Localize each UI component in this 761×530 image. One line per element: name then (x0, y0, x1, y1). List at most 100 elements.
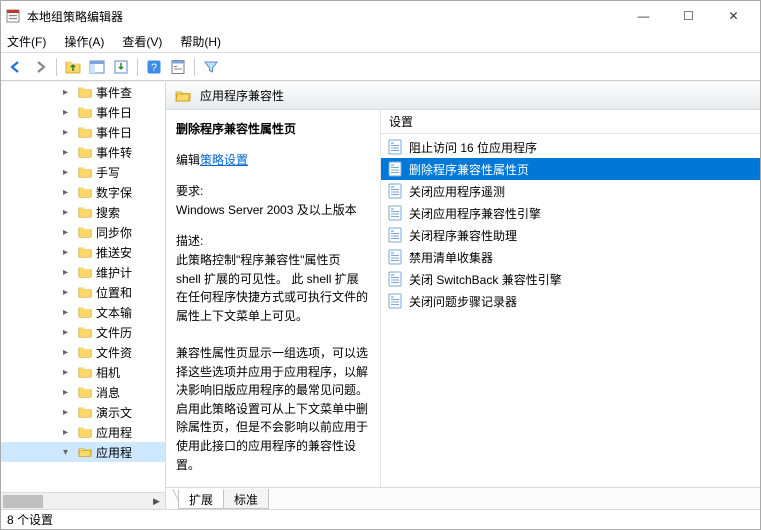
settings-row[interactable]: 关闭程序兼容性助理 (381, 224, 760, 246)
settings-row[interactable]: 关闭问题步骤记录器 (381, 290, 760, 312)
forward-button[interactable] (29, 56, 51, 78)
settings-row[interactable]: 阻止访问 16 位应用程序 (381, 136, 760, 158)
tree-item[interactable]: ▸手写 (1, 162, 165, 182)
tree-item[interactable]: ▸事件查 (1, 82, 165, 102)
tree-item-label: 同步你 (96, 224, 132, 241)
setting-icon (387, 139, 403, 155)
tree-item[interactable]: ▸文件历 (1, 322, 165, 342)
tree-item[interactable]: ▸消息 (1, 382, 165, 402)
tree-scrollbar[interactable]: ◀ ▶ (1, 492, 165, 509)
folder-icon (77, 405, 93, 419)
chevron-icon: ▸ (63, 347, 77, 358)
menu-action[interactable]: 操作(A) (62, 31, 106, 52)
settings-row[interactable]: 关闭应用程序遥测 (381, 180, 760, 202)
tree-item[interactable]: ▸事件日 (1, 102, 165, 122)
tree-item[interactable]: ▸文件资 (1, 342, 165, 362)
folder-icon (77, 445, 93, 459)
tree-item[interactable]: ▸文本输 (1, 302, 165, 322)
tree-item-label: 事件查 (96, 84, 132, 101)
minimize-button[interactable]: — (621, 2, 666, 30)
chevron-icon: ▸ (63, 387, 77, 398)
menubar: 文件(F) 操作(A) 查看(V) 帮助(H) (1, 31, 760, 53)
app-icon (5, 8, 21, 24)
close-button[interactable]: ✕ (711, 2, 756, 30)
tree-item[interactable]: ▸事件转 (1, 142, 165, 162)
settings-row-label: 阻止访问 16 位应用程序 (409, 139, 537, 156)
policy-settings-link[interactable]: 策略设置 (200, 153, 248, 167)
titlebar: 本地组策略编辑器 — ☐ ✕ (1, 1, 760, 31)
tree-item[interactable]: ▸推送安 (1, 242, 165, 262)
settings-row[interactable]: 关闭 SwitchBack 兼容性引擎 (381, 268, 760, 290)
settings-row[interactable]: 删除程序兼容性属性页 (381, 158, 760, 180)
folder-icon (77, 265, 93, 279)
tab-standard[interactable]: 标准 (223, 489, 269, 509)
detail-title: 删除程序兼容性属性页 (176, 120, 368, 137)
export-button[interactable] (110, 56, 132, 78)
setting-icon (387, 161, 403, 177)
tree-item-label: 事件转 (96, 144, 132, 161)
settings-row-label: 禁用清单收集器 (409, 249, 493, 266)
filter-button[interactable] (200, 56, 222, 78)
tree-item[interactable]: ▾应用程 (1, 442, 165, 462)
settings-list[interactable]: 阻止访问 16 位应用程序删除程序兼容性属性页关闭应用程序遥测关闭应用程序兼容性… (381, 134, 760, 487)
settings-row[interactable]: 禁用清单收集器 (381, 246, 760, 268)
up-button[interactable] (62, 56, 84, 78)
body: ▸事件查▸事件日▸事件日▸事件转▸手写▸数字保▸搜索▸同步你▸推送安▸维护计▸位… (1, 81, 760, 509)
folder-icon (77, 345, 93, 359)
tree-item[interactable]: ▸应用程 (1, 422, 165, 442)
chevron-icon: ▸ (63, 167, 77, 178)
folder-icon (77, 125, 93, 139)
folder-icon (77, 105, 93, 119)
scroll-right-icon[interactable]: ▶ (148, 493, 165, 510)
menu-file[interactable]: 文件(F) (5, 31, 48, 52)
chevron-icon: ▸ (63, 327, 77, 338)
setting-icon (387, 227, 403, 243)
show-pane-button[interactable] (86, 56, 108, 78)
edit-prefix: 编辑 (176, 153, 200, 167)
tree-item-label: 应用程 (96, 444, 132, 461)
chevron-icon: ▸ (63, 367, 77, 378)
tree-item-label: 应用程 (96, 424, 132, 441)
tree-item[interactable]: ▸ 演示文 (1, 402, 165, 422)
folder-icon (77, 185, 93, 199)
back-button[interactable] (5, 56, 27, 78)
menu-help[interactable]: 帮助(H) (178, 31, 223, 52)
separator (56, 58, 57, 76)
properties-button[interactable] (167, 56, 189, 78)
settings-row[interactable]: 关闭应用程序兼容性引擎 (381, 202, 760, 224)
chevron-icon: ▸ (63, 267, 77, 278)
maximize-button[interactable]: ☐ (666, 2, 711, 30)
tree-item[interactable]: ▸ 维护计 (1, 262, 165, 282)
scroll-thumb[interactable] (3, 495, 43, 508)
tree[interactable]: ▸事件查▸事件日▸事件日▸事件转▸手写▸数字保▸搜索▸同步你▸推送安▸维护计▸位… (1, 82, 165, 492)
status-bar: 8 个设置 (1, 509, 760, 529)
window: 本地组策略编辑器 — ☐ ✕ 文件(F) 操作(A) 查看(V) 帮助(H) ▸… (0, 0, 761, 530)
tree-item-label: 位置和 (96, 284, 132, 301)
tree-item-label: 演示文 (96, 404, 132, 421)
folder-icon (77, 225, 93, 239)
tree-item-label: 维护计 (96, 264, 132, 281)
tree-item[interactable]: ▸同步你 (1, 222, 165, 242)
folder-icon (77, 285, 93, 299)
menu-view[interactable]: 查看(V) (120, 31, 164, 52)
chevron-icon: ▸ (63, 407, 77, 418)
chevron-icon: ▸ (63, 287, 77, 298)
tree-item[interactable]: ▸相机 (1, 362, 165, 382)
column-header-setting[interactable]: 设置 (381, 110, 760, 134)
chevron-icon: ▸ (63, 127, 77, 138)
help-button[interactable] (143, 56, 165, 78)
tree-item[interactable]: ▸数字保 (1, 182, 165, 202)
settings-row-label: 关闭应用程序遥测 (409, 183, 505, 200)
tree-item[interactable]: ▸搜索 (1, 202, 165, 222)
tree-item[interactable]: ▸事件日 (1, 122, 165, 142)
folder-icon (77, 385, 93, 399)
folder-icon (77, 425, 93, 439)
setting-icon (387, 183, 403, 199)
setting-icon (387, 249, 403, 265)
tree-item[interactable]: ▸ 位置和 (1, 282, 165, 302)
folder-icon (77, 85, 93, 99)
setting-icon (387, 271, 403, 287)
settings-row-label: 关闭 SwitchBack 兼容性引擎 (409, 271, 562, 288)
tab-extended[interactable]: 扩展 (178, 489, 224, 509)
category-title: 应用程序兼容性 (200, 87, 284, 104)
